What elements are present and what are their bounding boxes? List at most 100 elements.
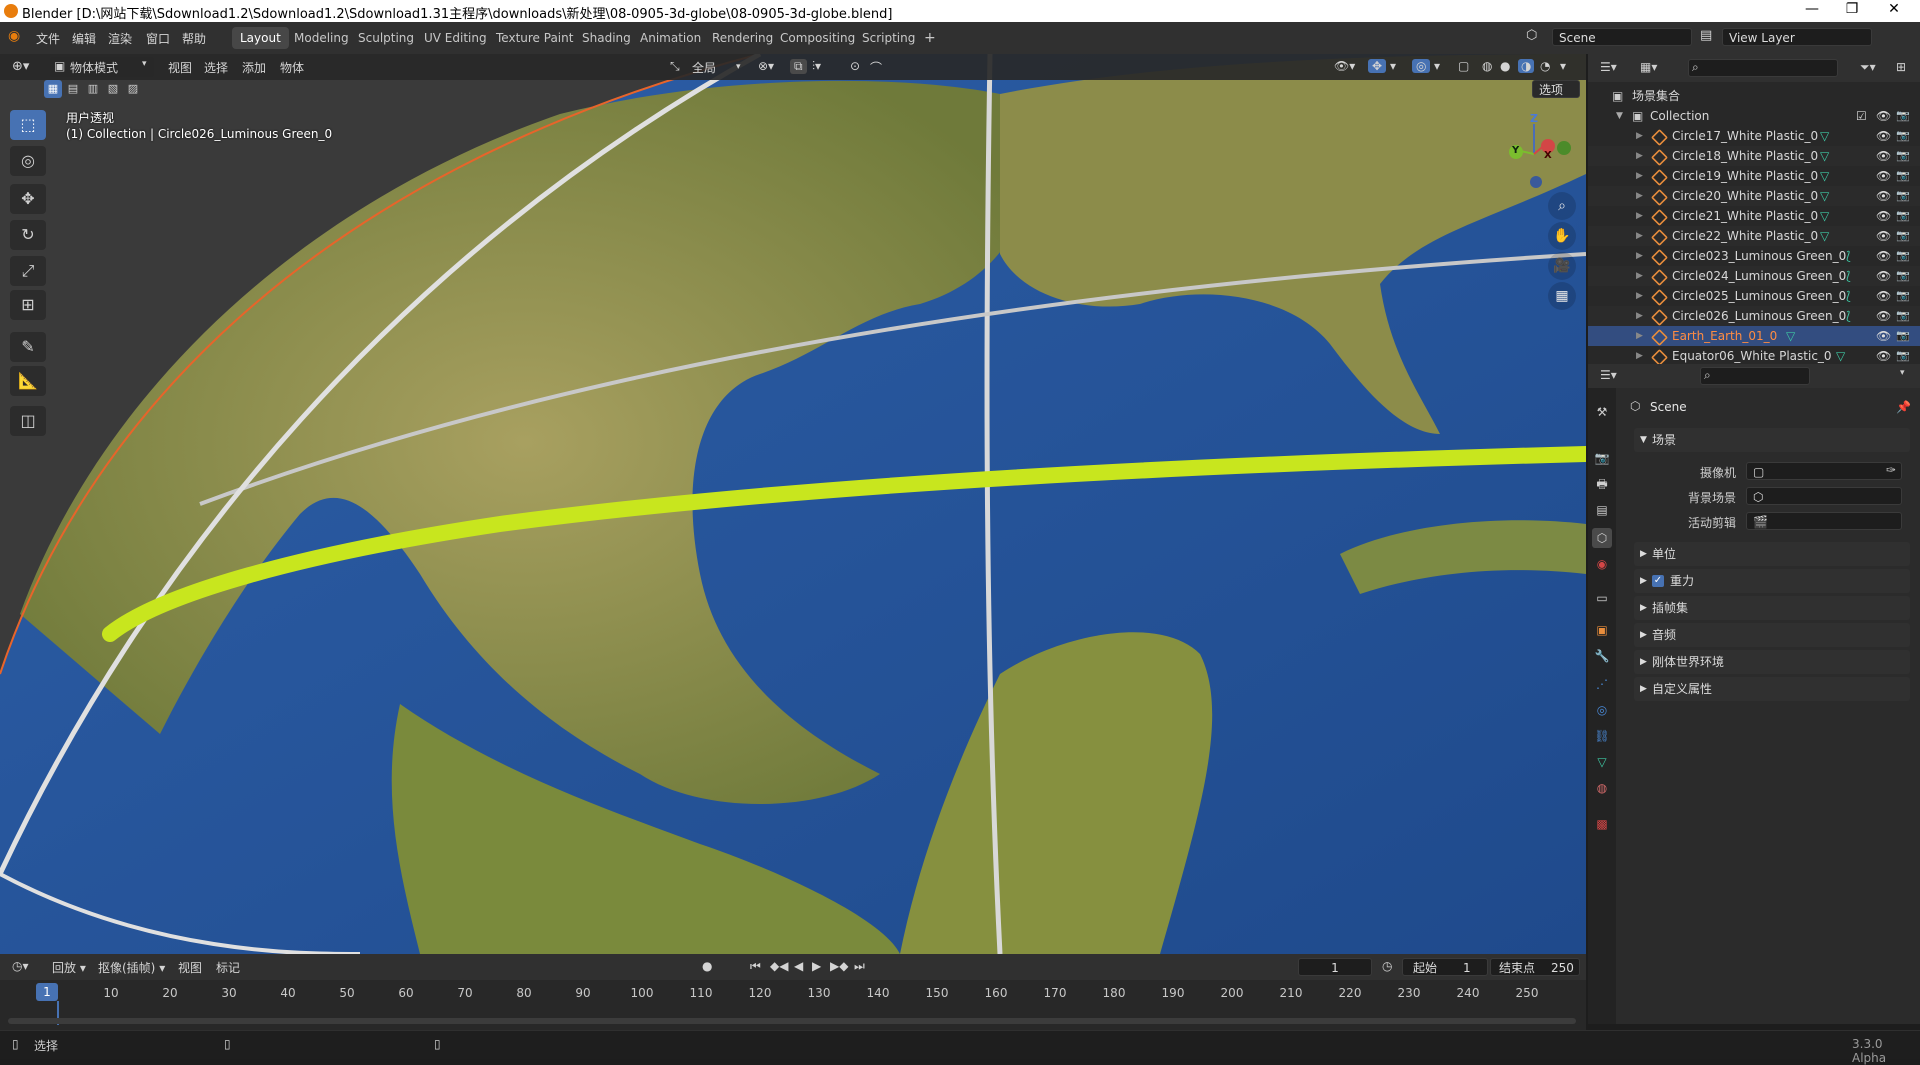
particles-tab-icon[interactable]: ⋰ [1592, 674, 1612, 694]
minimize-button[interactable]: — [1792, 1, 1832, 17]
outliner-item[interactable]: ▶ Circle18_White Plastic_0 ▽ 👁 📷 [1588, 146, 1920, 166]
gizmo-dropdown-icon[interactable]: ▾ [1390, 59, 1396, 73]
overlays-dropdown-icon[interactable]: ▾ [1434, 59, 1440, 73]
current-frame-field[interactable]: 1 [1298, 958, 1372, 976]
outliner-item[interactable]: ▶ Circle17_White Plastic_0 ▽ 👁 📷 [1588, 126, 1920, 146]
tool-tab-icon[interactable]: ⚒ [1592, 402, 1612, 422]
select-new-icon[interactable]: ▦ [44, 80, 62, 98]
tab-rendering[interactable]: Rendering [704, 27, 781, 49]
visibility-icon[interactable]: 👁▾ [1334, 59, 1355, 73]
tab-sculpting[interactable]: Sculpting [350, 27, 422, 49]
audio-section[interactable]: ▶ 音频 [1634, 623, 1910, 647]
keying-menu[interactable]: 抠像(插帧) ▾ [98, 959, 165, 976]
outliner-editor-icon[interactable]: ☰▾ [1600, 60, 1617, 74]
eyedropper-icon[interactable]: ✑ [1886, 463, 1896, 477]
tab-scripting[interactable]: Scripting [854, 27, 923, 49]
units-section[interactable]: ▶ 单位 [1634, 542, 1910, 566]
blender-menu-icon[interactable]: ◉ [8, 28, 20, 44]
outliner-item[interactable]: ▶ Circle19_White Plastic_0 ▽ 👁 📷 [1588, 166, 1920, 186]
rigid-body-world-section[interactable]: ▶ 刚体世界环境 [1634, 650, 1910, 674]
gravity-checkbox[interactable]: ✓ [1652, 575, 1664, 587]
outliner-item[interactable]: ▶ Circle026_Luminous Green_0 ⟅ 👁 📷 [1588, 306, 1920, 326]
cursor-tool-icon[interactable]: ◎ [10, 146, 46, 176]
object-tab-icon[interactable]: ▣ [1592, 620, 1612, 640]
tab-modeling[interactable]: Modeling [286, 27, 357, 49]
rendered-shading-icon[interactable]: ◔ [1540, 59, 1550, 73]
eye-icon[interactable]: 👁 [1876, 186, 1891, 206]
eye-icon[interactable]: 👁 [1876, 206, 1891, 226]
falloff-icon[interactable]: ⌒ [870, 59, 882, 76]
outliner-item[interactable]: ▶ Circle025_Luminous Green_0 ⟅ 👁 📷 [1588, 286, 1920, 306]
play-reverse-icon[interactable]: ◀ [794, 959, 803, 973]
options-button[interactable]: 选项 [1532, 80, 1580, 98]
menu-edit[interactable]: 编辑 [72, 30, 96, 47]
gravity-section[interactable]: ▶ ✓ 重力 [1634, 569, 1910, 593]
scene-section-header[interactable]: ▼ 场景 [1634, 428, 1910, 452]
mode-selector[interactable]: ▣ 物体模式 ▾ [50, 57, 154, 77]
menu-view[interactable]: 视图 [168, 59, 192, 76]
checkbox-icon[interactable]: ☑ [1856, 106, 1867, 126]
camera-icon[interactable]: 📷 [1896, 346, 1910, 366]
material-tab-icon[interactable]: ◍ [1592, 778, 1612, 798]
end-frame-field[interactable]: 结束点 250 [1490, 958, 1580, 976]
shading-dropdown-icon[interactable]: ▾ [1560, 59, 1566, 73]
eye-icon[interactable]: 👁 [1876, 226, 1891, 246]
outliner-item[interactable]: ▶ Circle024_Luminous Green_0 ⟅ 👁 📷 [1588, 266, 1920, 286]
eye-icon[interactable]: 👁 [1876, 246, 1891, 266]
custom-properties-section[interactable]: ▶ 自定义属性 [1634, 677, 1910, 701]
camera-view-icon[interactable]: 🎥 [1548, 252, 1576, 280]
collection-tab-icon[interactable]: ▭ [1592, 588, 1612, 608]
annotate-tool-icon[interactable]: ✎ [10, 332, 46, 362]
filter-icon[interactable]: ⏷▾ [1860, 60, 1876, 75]
menu-select[interactable]: 选择 [204, 59, 228, 76]
camera-icon[interactable]: 📷 [1896, 306, 1910, 326]
world-tab-icon[interactable]: ◉ [1592, 554, 1612, 574]
outliner-item-selected[interactable]: ▶ Earth_Earth_01_0 ▽ 👁 📷 [1588, 326, 1920, 346]
background-scene-field[interactable]: ⬡ [1746, 487, 1902, 505]
timeline-view-menu[interactable]: 视图 [178, 959, 202, 976]
eye-icon[interactable]: 👁 [1876, 326, 1891, 346]
expand-right-icon[interactable]: ▶ [1636, 286, 1643, 306]
eye-icon[interactable]: 👁 [1876, 106, 1891, 126]
display-mode-icon[interactable]: ▦▾ [1640, 60, 1657, 74]
add-cube-tool-icon[interactable]: ◫ [10, 406, 46, 436]
expand-right-icon[interactable]: ▶ [1636, 266, 1643, 286]
maximize-button[interactable]: ❐ [1832, 1, 1872, 17]
move-tool-icon[interactable]: ✥ [10, 184, 46, 214]
eye-icon[interactable]: 👁 [1876, 126, 1891, 146]
constraints-tab-icon[interactable]: ⛓ [1592, 726, 1612, 746]
transform-orientation[interactable]: 全局 [692, 59, 716, 76]
expand-right-icon[interactable]: ▶ [1636, 306, 1643, 326]
timeline-scrollbar[interactable] [8, 1018, 1576, 1024]
pan-hand-icon[interactable]: ✋ [1548, 222, 1576, 250]
scene-tab-icon[interactable]: ⬡ [1592, 528, 1612, 548]
render-tab-icon[interactable]: 📷 [1592, 448, 1612, 468]
wireframe-shading-icon[interactable]: ◍ [1482, 59, 1492, 73]
gizmo-toggle-icon[interactable]: ✥ [1368, 59, 1387, 73]
menu-render[interactable]: 渲染 [108, 30, 132, 47]
next-keyframe-icon[interactable]: ▶◆ [830, 959, 848, 973]
playback-menu[interactable]: 回放 ▾ [52, 959, 86, 976]
menu-help[interactable]: 帮助 [182, 30, 206, 47]
camera-icon[interactable]: 📷 [1896, 286, 1910, 306]
camera-field[interactable]: ▢ [1746, 462, 1902, 480]
snap-target-icon[interactable]: ⫶▾ [812, 59, 821, 74]
expand-right-icon[interactable]: ▶ [1636, 246, 1643, 266]
eye-icon[interactable]: 👁 [1876, 346, 1891, 366]
eye-icon[interactable]: 👁 [1876, 306, 1891, 326]
overlays-toggle-icon[interactable]: ◎ [1412, 59, 1431, 73]
snap-icon[interactable]: ⧉ [790, 59, 807, 74]
menu-add[interactable]: 添加 [242, 59, 266, 76]
timeline-editor-icon[interactable]: ◷▾ [12, 959, 29, 973]
tab-texture-paint[interactable]: Texture Paint [488, 27, 581, 49]
properties-search-input[interactable] [1700, 367, 1810, 385]
jump-end-icon[interactable]: ⏭ [854, 959, 865, 974]
navigation-gizmo[interactable]: Z Y X [1496, 110, 1576, 190]
select-intersect-icon[interactable]: ▨ [124, 80, 142, 98]
camera-icon[interactable]: 📷 [1896, 226, 1910, 246]
zoom-icon[interactable]: ⌕ [1548, 192, 1576, 220]
pivot-icon[interactable]: ⊗▾ [758, 59, 774, 73]
select-extend-icon[interactable]: ▤ [64, 80, 82, 98]
outliner-item[interactable]: ▶ Circle22_White Plastic_0 ▽ 👁 📷 [1588, 226, 1920, 246]
expand-right-icon[interactable]: ▶ [1636, 226, 1643, 246]
